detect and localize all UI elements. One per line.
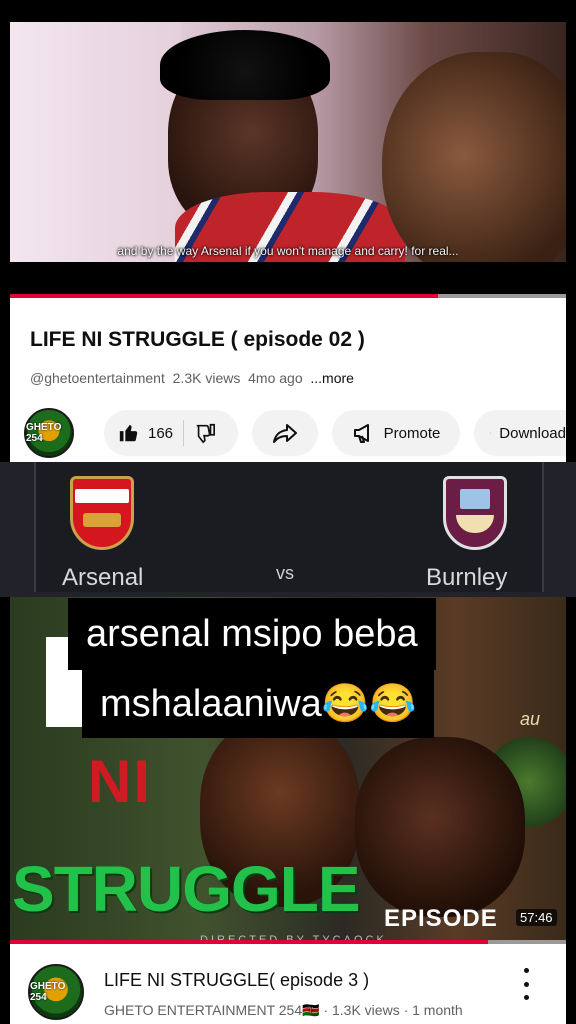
overlay-caption-line1: arsenal msipo beba [68,598,436,670]
background-curtain [10,22,180,262]
megaphone-icon [353,424,369,443]
channel-handle[interactable]: @ghetoentertainment [30,370,165,386]
actress-face [355,737,525,917]
thumb-title-ni: NI [88,748,152,815]
thumbs-down-icon [196,423,216,444]
share-icon [273,424,297,443]
video-meta[interactable]: @ghetoentertainment 2.3K views 4mo ago .… [30,370,354,386]
view-count: 2.3K views [172,370,241,386]
video-duration: 57:46 [516,909,557,926]
video-info-card: LIFE NI STRUGGLE ( episode 02 ) @ghetoen… [10,298,566,462]
more-options-icon[interactable] [516,968,536,1000]
share-button[interactable] [252,410,318,456]
channel-avatar-text: GHETO 254 [30,981,66,1003]
versus-label: vs [276,563,294,583]
download-icon [490,432,492,434]
channel-avatar[interactable]: GHETO 254 [28,964,84,1020]
thumb-title-struggle: STRUGGLE [12,853,361,925]
channel-avatar[interactable]: GHETO 254 [24,408,74,458]
promote-button[interactable]: Promote [332,410,460,456]
dislike-button[interactable] [194,422,216,444]
download-label: Download [499,424,566,442]
promote-label: Promote [383,424,441,442]
upload-age: 4mo ago [248,370,303,386]
actor-hair [160,30,330,100]
arsenal-crest-icon [70,476,134,550]
away-team-name: Burnley [426,564,508,591]
download-button[interactable]: Download [474,410,566,456]
more-link[interactable]: ...more [310,370,354,386]
overlay-caption-line2: mshalaaniwa😂😂 [82,670,435,738]
like-dislike-group: 166 [104,410,238,456]
thumbs-up-icon [119,424,138,442]
like-button[interactable]: 166 [104,422,173,444]
video-list-item[interactable]: GHETO 254 LIFE NI STRUGGLE( episode 3 ) … [10,944,566,1024]
video-meta: GHETO ENTERTAINMENT 254🇰🇪 · 1.3K views ·… [104,1002,463,1018]
thumb-episode-label: EPISODE [384,905,498,932]
video-title[interactable]: LIFE NI STRUGGLE ( episode 02 ) [30,328,365,352]
video-player-top[interactable]: and by the way Arsenal if you won't mana… [10,22,566,262]
video-title[interactable]: LIFE NI STRUGGLE( episode 3 ) [104,970,369,991]
home-team-name: Arsenal [62,564,144,591]
thumb-side-text: au [520,709,541,729]
burnley-crest-icon [443,476,507,550]
divider [183,420,185,446]
video-subtitle: and by the way Arsenal if you won't mana… [117,244,459,258]
second-actor-face [382,52,566,262]
like-count: 166 [148,424,174,442]
channel-avatar-text: GHETO 254 [26,422,62,444]
